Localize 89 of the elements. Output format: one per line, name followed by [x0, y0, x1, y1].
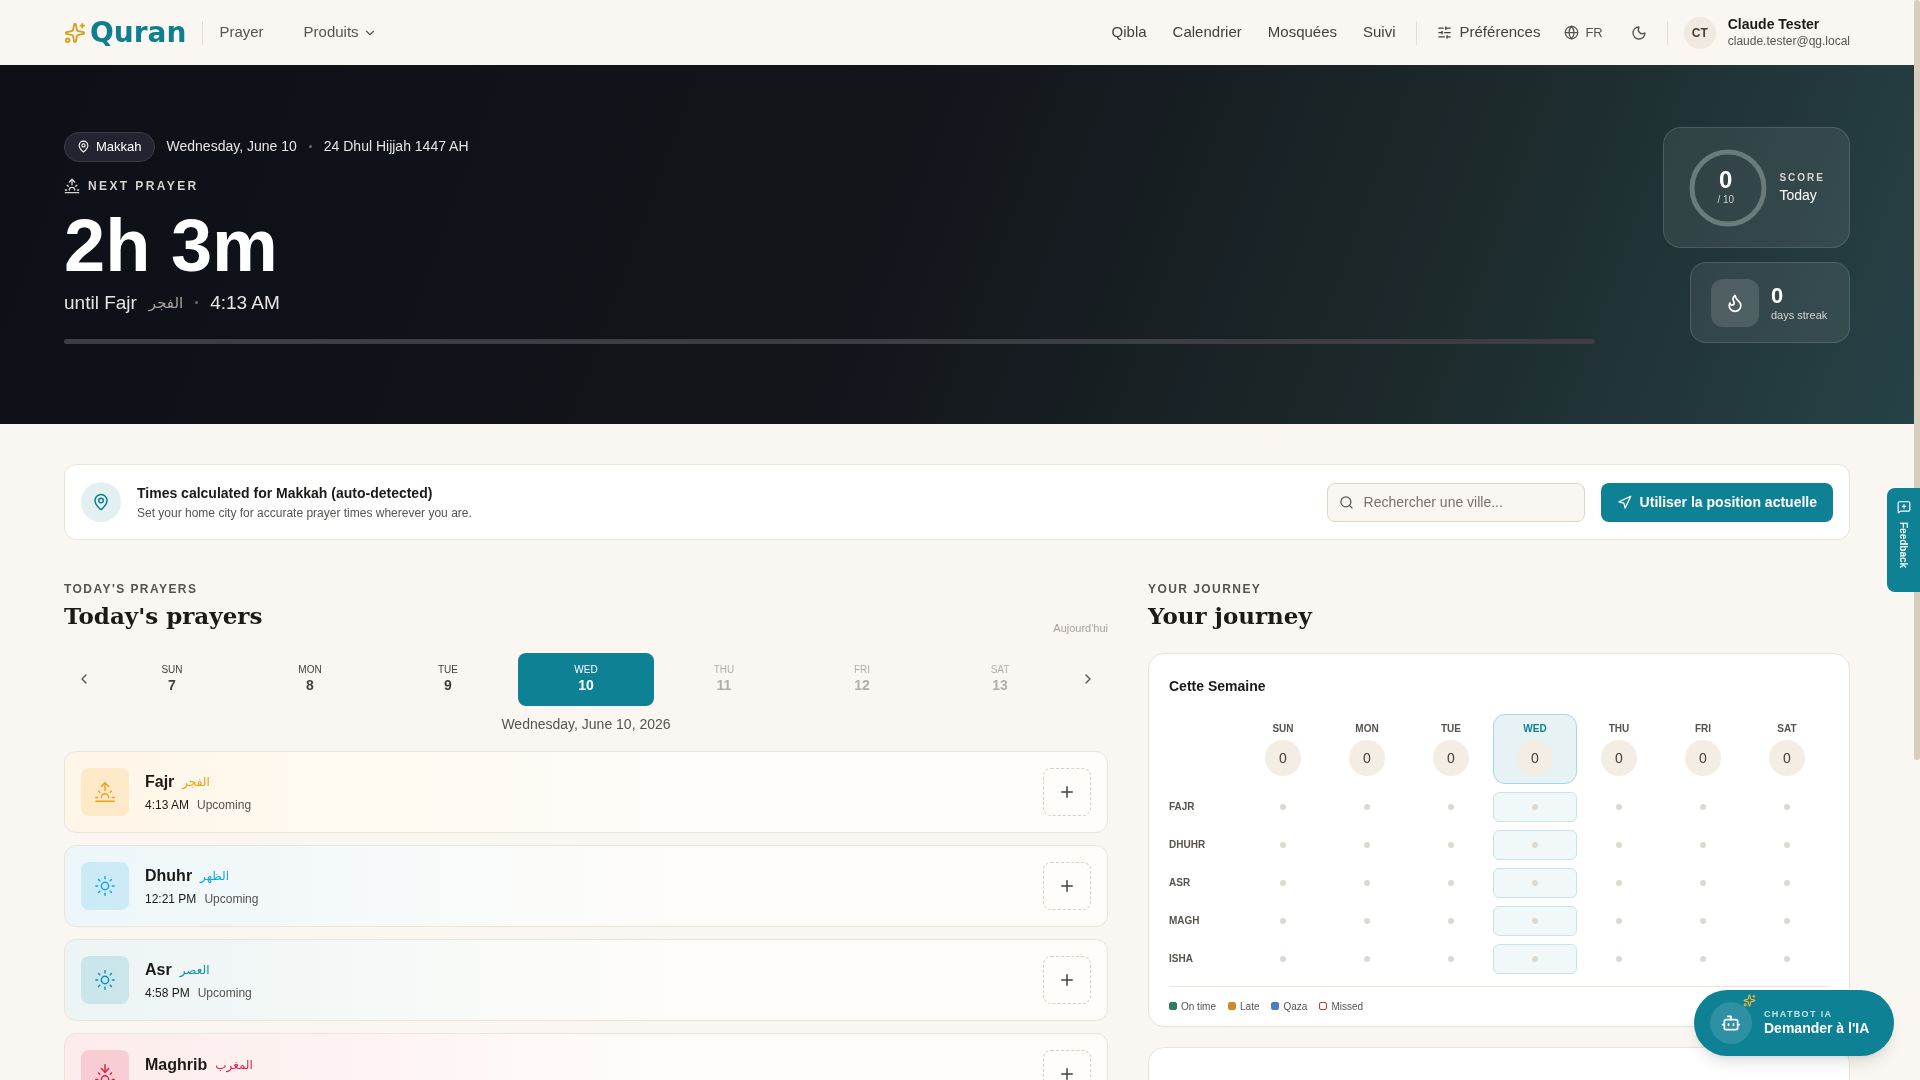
day-tab[interactable]: SUN 7 — [104, 652, 240, 706]
sliders-icon — [1436, 25, 1452, 40]
prayer-time: 12:21 PM — [145, 890, 197, 908]
selected-date: Wednesday, June 10, 2026 — [500, 714, 672, 734]
section-title: Your journey — [1148, 602, 1314, 631]
sunrise-icon — [64, 177, 80, 194]
row-label: ISHA — [1169, 952, 1194, 967]
prayer-name: Fajr — [145, 771, 175, 792]
prayer-time: 4:13 AM — [145, 796, 190, 814]
nav-link[interactable]: Prayer — [219, 21, 264, 44]
arabic-name: الظهر — [200, 867, 230, 885]
day-tab[interactable]: MON 8 — [242, 652, 378, 706]
sun-icon — [94, 874, 116, 897]
logo[interactable]: Quran — [90, 18, 187, 47]
robot-icon — [1710, 1002, 1752, 1044]
week-day-column[interactable]: MON 0 — [1325, 713, 1409, 784]
avatar[interactable]: CT — [1683, 16, 1716, 49]
banner-subtitle: Set your home city for accurate prayer times wherever you are. — [137, 504, 473, 522]
card-title: Cette Semaine — [1169, 677, 1266, 694]
nav-link[interactable]: Produits — [303, 21, 377, 44]
preferences-button[interactable]: Préférences — [1436, 21, 1541, 44]
moon-icon — [1630, 24, 1647, 41]
hijri-date: 24 Dhul Hijjah 1447 AH — [323, 137, 469, 157]
week-day-column[interactable]: WED 0 — [1493, 713, 1577, 784]
pin-icon — [77, 140, 90, 154]
week-day-column[interactable]: FRI 0 — [1661, 713, 1745, 784]
city-search-field[interactable]: Rechercher une ville... — [1326, 482, 1585, 522]
prayer-status: Upcoming — [204, 890, 259, 908]
prayer-name: Maghrib — [145, 1054, 208, 1075]
section-title: Today's prayers — [64, 602, 263, 631]
nav-link[interactable]: Mosquées — [1267, 21, 1337, 44]
user-name: Claude Tester — [1727, 16, 1821, 34]
legend-label: Late — [1240, 999, 1260, 1014]
streak-label: days streak — [1771, 309, 1828, 324]
score-value: 0 — [1719, 168, 1733, 192]
nav-link[interactable]: Suivi — [1363, 21, 1396, 44]
section-eyebrow: YOUR JOURNEY — [1148, 581, 1263, 598]
row-label: ASR — [1169, 876, 1192, 891]
day-tab[interactable]: TUE 9 — [380, 652, 516, 706]
next-prayer-label: NEXT PRAYER — [88, 177, 199, 195]
score-max: / 10 — [1717, 193, 1735, 207]
arabic-name: العصر — [179, 961, 210, 979]
next-prayer-name: until Fajr — [64, 290, 137, 315]
search-icon — [1338, 494, 1354, 510]
arabic-name: الفجر — [182, 773, 210, 791]
prayer-status: Upcoming — [197, 796, 252, 814]
language-button[interactable]: FR — [1564, 22, 1603, 43]
week-day-column[interactable]: THU 0 — [1577, 713, 1661, 784]
section-eyebrow: TODAY'S PRAYERS — [64, 581, 199, 598]
week-day-column[interactable]: SUN 0 — [1241, 713, 1325, 784]
chatbot-button[interactable]: CHATBOT IA Demander à l'IA — [1694, 990, 1894, 1056]
row-label: MAGH — [1169, 914, 1201, 929]
row-label: FAJR — [1169, 800, 1196, 815]
sunrise-icon — [94, 780, 116, 803]
streak-value: 0 — [1771, 281, 1785, 310]
user-email: claude.tester@qg.local — [1727, 33, 1850, 49]
row-label: DHUHR — [1169, 838, 1207, 853]
day-tab[interactable]: WED 10 — [518, 652, 654, 706]
legend-label: Qaza — [1283, 999, 1308, 1014]
score-label: SCORE — [1779, 170, 1825, 185]
prayer-status: Upcoming — [197, 984, 252, 1002]
prayer-time: 4:58 PM — [145, 984, 190, 1002]
week-day-column[interactable]: TUE 0 — [1409, 713, 1493, 784]
location-chip[interactable]: Makkah — [64, 132, 155, 162]
feedback-icon — [1896, 500, 1911, 514]
prayer-name: Dhuhr — [145, 865, 193, 886]
flame-icon — [1711, 278, 1759, 327]
prayer-time: 4:13 AM — [210, 290, 280, 315]
sunset-icon — [94, 1062, 116, 1080]
pin-icon — [81, 482, 121, 522]
sun-icon — [94, 968, 116, 991]
banner-title: Times calculated for Makkah (auto-detected) — [137, 483, 434, 503]
gregorian-date: Wednesday, June 10 — [166, 137, 297, 157]
legend-label: Missed — [1331, 999, 1364, 1014]
star-icon — [64, 21, 86, 44]
use-location-button[interactable]: Utiliser la position actuelle — [1600, 482, 1833, 522]
arabic-name: المغرب — [215, 1056, 253, 1074]
sparkle-icon — [1743, 994, 1756, 1007]
arabic-name: الفجر — [148, 292, 184, 314]
nav-link[interactable]: Qibla — [1111, 21, 1147, 44]
globe-icon — [1564, 25, 1580, 40]
countdown: 2h 3m — [64, 208, 279, 283]
feedback-tab[interactable]: Feedback — [1887, 488, 1920, 592]
prayer-name: Asr — [145, 959, 172, 980]
legend-label: On time — [1181, 999, 1216, 1014]
score-period: Today — [1779, 185, 1818, 205]
week-day-column[interactable]: SAT 0 — [1745, 713, 1829, 784]
nav-link[interactable]: Calendrier — [1172, 21, 1242, 44]
navigation-icon — [1616, 494, 1632, 510]
